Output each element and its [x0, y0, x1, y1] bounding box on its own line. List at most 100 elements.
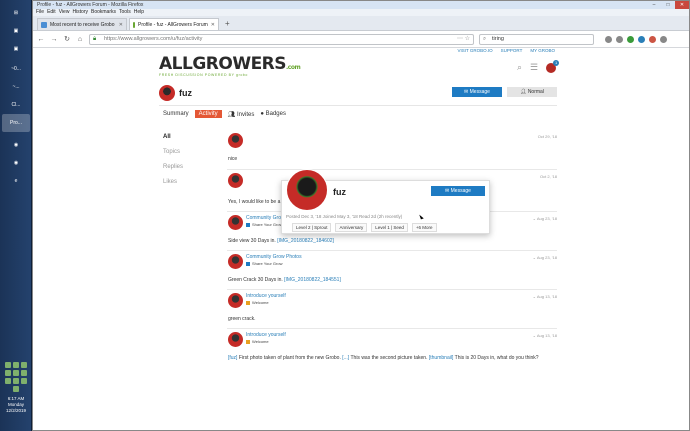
category-badge[interactable]: Share Your Grow: [246, 222, 282, 227]
filter-likes[interactable]: Likes: [163, 179, 183, 185]
taskbar-window-1[interactable]: ~0...: [2, 60, 30, 78]
message-button[interactable]: ✉ Message: [452, 87, 502, 97]
avatar[interactable]: [228, 332, 243, 347]
tray-icons[interactable]: [2, 362, 30, 392]
site-favicon: [133, 21, 136, 28]
post-date[interactable]: ⌄ Aug 23, '18: [533, 255, 557, 260]
avatar[interactable]: [286, 169, 328, 211]
tab-invites[interactable]: 👥︎ Invites: [228, 111, 255, 118]
image-link[interactable]: [IMG_20180822_184602]: [277, 238, 334, 244]
badge-more[interactable]: +6 More: [411, 223, 437, 232]
tab-summary[interactable]: Summary: [163, 111, 189, 117]
avatar[interactable]: [228, 133, 243, 148]
ie-icon[interactable]: e: [2, 172, 30, 190]
page-content: VISIT GROBO.IO SUPPORT MY GROBO ALLGROWE…: [33, 48, 689, 430]
link-support[interactable]: SUPPORT: [501, 48, 523, 53]
list-item: Introduce yourself Welcome ⌄ Aug 13, '18…: [227, 329, 557, 371]
post-title[interactable]: Introduce yourself: [246, 293, 286, 299]
profile-username: fuz: [179, 88, 192, 98]
post-title[interactable]: Community Grow Photos: [246, 254, 302, 260]
post-date[interactable]: ⌄ Aug 13, '18: [533, 294, 557, 299]
avatar[interactable]: [228, 173, 243, 188]
image-link[interactable]: [thumbnail]: [429, 355, 453, 361]
image-link[interactable]: [IMG_20180822_184551]: [284, 277, 341, 283]
forward-icon[interactable]: →: [50, 36, 58, 43]
badge-anniversary[interactable]: Anniversary: [335, 223, 368, 232]
hamburger-menu-icon[interactable]: ☰: [530, 62, 538, 73]
taskbar-window-firefox[interactable]: Pro...: [2, 114, 30, 132]
menu-file[interactable]: File: [36, 9, 44, 16]
chrome-icon[interactable]: ◉: [2, 136, 30, 154]
post-date[interactable]: ⌄ Aug 13, '18: [533, 333, 557, 338]
menu-edit[interactable]: Edit: [47, 9, 56, 16]
menu-history[interactable]: History: [72, 9, 88, 16]
category-badge[interactable]: Share Your Grow: [246, 261, 282, 266]
title-bar: Profile - fuz - AllGrowers Forum - Mozil…: [33, 1, 689, 9]
post-date[interactable]: ⌄ Aug 23, '18: [533, 216, 557, 221]
home-icon[interactable]: ⌂: [76, 36, 84, 43]
badge-icon: ●: [260, 111, 264, 117]
page-actions-icon[interactable]: ⋯ ☆: [457, 35, 470, 44]
notification-level-button[interactable]: 👤︎ Normal: [507, 87, 557, 97]
link-my-grobo[interactable]: MY GROBO: [530, 48, 555, 53]
menu-icon[interactable]: [660, 35, 667, 43]
close-button[interactable]: ✕: [675, 1, 689, 9]
tab-profile[interactable]: Profile - fuz - AllGrowers Forum ✕: [129, 18, 219, 30]
taskbar-app-1[interactable]: ▣: [2, 22, 30, 40]
search-icon: ⌕: [483, 35, 487, 42]
extension-icon[interactable]: [627, 35, 634, 43]
taskbar-app-2[interactable]: ▣: [2, 40, 30, 58]
tab-most-recent[interactable]: Most recent to receive Grobo ✕: [37, 18, 127, 30]
link-visit-grobo[interactable]: VISIT GROBO.IO: [457, 48, 492, 53]
url-bar[interactable]: 🔒︎ https://www.allgrowers.com/u/fuz/acti…: [89, 33, 474, 45]
category-badge[interactable]: Welcome: [246, 339, 269, 344]
avatar[interactable]: [228, 254, 243, 269]
menu-view[interactable]: View: [59, 9, 70, 16]
filter-all[interactable]: All: [163, 134, 183, 140]
badge-level-2[interactable]: Level 2 | Sprout: [292, 223, 332, 232]
menu-help[interactable]: Help: [134, 9, 144, 16]
reload-icon[interactable]: ↻: [63, 35, 71, 43]
user-avatar[interactable]: 1: [546, 59, 560, 73]
post-excerpt: Side view 30 Days in. [IMG_20180822_1846…: [228, 238, 334, 244]
minimize-button[interactable]: –: [647, 1, 661, 9]
extension-icon-2[interactable]: [638, 35, 645, 43]
tab-badges[interactable]: ● Badges: [260, 111, 286, 117]
divider: [159, 105, 557, 106]
user-card-message-button[interactable]: ✉ Message: [431, 186, 485, 196]
post-date[interactable]: Oct 29, '18: [538, 134, 557, 139]
menu-bookmarks[interactable]: Bookmarks: [91, 9, 116, 16]
search-icon[interactable]: ⌕: [517, 62, 522, 73]
badge-level-1[interactable]: Level 1 | Seed: [371, 223, 408, 232]
close-icon[interactable]: ✕: [119, 19, 123, 30]
post-date[interactable]: Oct 2, '18: [540, 174, 557, 179]
library-icon[interactable]: [605, 35, 612, 43]
new-tab-button[interactable]: +: [221, 18, 234, 30]
post-excerpt: Green Crack 30 Days in. [IMG_20180822_18…: [228, 277, 341, 283]
taskbar-window-3[interactable]: Cl...: [2, 96, 30, 114]
avatar[interactable]: [228, 293, 243, 308]
category-badge[interactable]: Welcome: [246, 300, 269, 305]
extension-icon-3[interactable]: [649, 35, 656, 43]
sidebar-icon[interactable]: [616, 35, 623, 43]
back-icon[interactable]: ←: [37, 36, 45, 43]
list-item: Oct 29, '18 nice: [227, 130, 557, 170]
maximize-button[interactable]: □: [661, 1, 675, 9]
post-title[interactable]: Introduce yourself: [246, 332, 286, 338]
avatar[interactable]: [159, 85, 175, 101]
chrome-icon-2[interactable]: ◉: [2, 154, 30, 172]
tab-activity[interactable]: Activity: [194, 110, 222, 118]
avatar[interactable]: [228, 215, 243, 230]
lock-icon[interactable]: 🔒︎: [93, 35, 96, 44]
site-logo[interactable]: ALLGROWERS.com FRESH DISCUSSION POWERED …: [159, 54, 301, 77]
start-button[interactable]: ⊞: [2, 4, 30, 22]
notification-badge: 1: [553, 59, 560, 66]
close-icon[interactable]: ✕: [211, 19, 215, 30]
menu-tools[interactable]: Tools: [119, 9, 131, 16]
taskbar-window-2[interactable]: ~...: [2, 78, 30, 96]
user-card-name[interactable]: fuz: [333, 187, 346, 197]
search-bar[interactable]: ⌕ tiring: [479, 33, 594, 45]
filter-replies[interactable]: Replies: [163, 164, 183, 170]
menu-bar: File Edit View History Bookmarks Tools H…: [33, 9, 689, 16]
filter-topics[interactable]: Topics: [163, 149, 183, 155]
